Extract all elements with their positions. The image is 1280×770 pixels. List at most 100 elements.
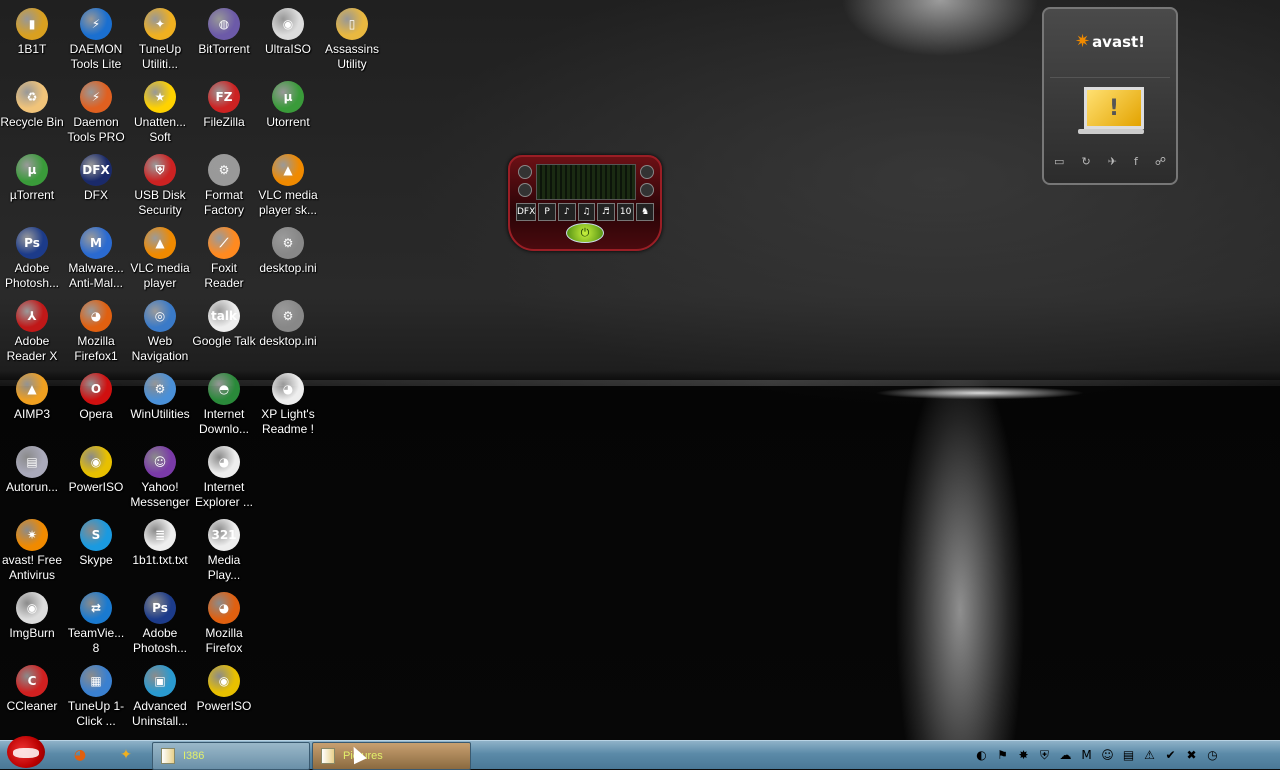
tray-antivirus-icon[interactable]: ⚑ [993, 746, 1012, 764]
desktop-icon-google-talk[interactable]: talk Google Talk [192, 296, 256, 349]
desktop-icon-label: VLC media player sk... [258, 188, 318, 217]
dfx-settings-knob[interactable] [640, 183, 654, 197]
desktop-icon-internet-explorer[interactable]: ◕ Internet Explorer ... [192, 442, 256, 510]
avast-free-antivirus-icon: ✷ [16, 519, 48, 551]
firefox-icon[interactable]: ◕ [70, 745, 90, 765]
avast-refresh-icon[interactable]: ↻ [1081, 155, 1090, 168]
dfx-button-6[interactable]: ♞ [636, 203, 655, 221]
dfx-power-button[interactable]: ⏻ [566, 223, 604, 243]
tray-clock-icon[interactable]: ◷ [1203, 746, 1222, 764]
desktop-icon-teamvie-8[interactable]: ⇄ TeamVie... 8 [64, 588, 128, 656]
desktop-icon-desktop-ini[interactable]: ⚙ desktop.ini [256, 296, 320, 349]
dfx-button-1[interactable]: P [538, 203, 556, 221]
desktop-icon-malware-anti-mal[interactable]: M Malware... Anti-Mal... [64, 223, 128, 291]
desktop-icon-poweriso[interactable]: ◉ PowerISO [64, 442, 128, 495]
desktop-icon-assassins-utility[interactable]: ▯ Assassins Utility [320, 4, 384, 72]
desktop-icon-1b1t-txt-txt[interactable]: ≣ 1b1t.txt.txt [128, 515, 192, 568]
tray-yahoo-icon[interactable]: ☺ [1098, 746, 1117, 764]
desktop-icon-1b1t[interactable]: ▮ 1B1T [0, 4, 64, 57]
desktop-icon-advanced-uninstall[interactable]: ▣ Advanced Uninstall... [128, 661, 192, 729]
taskbar-button-i386[interactable]: I386 [152, 742, 310, 770]
avast-gadget[interactable]: ✷ avast! ! ▭ ↻ ✈ f ☍ [1042, 7, 1178, 185]
desktop-icon-tuneup-1-click[interactable]: ▦ TuneUp 1-Click ... [64, 661, 128, 729]
desktop-icon-mozilla-firefox[interactable]: ◕ Mozilla Firefox [192, 588, 256, 656]
desktop-icon-unatten-soft[interactable]: ★ Unatten... Soft [128, 77, 192, 145]
desktop-icon-vlc-media-player[interactable]: ▲ VLC media player [128, 223, 192, 291]
avast-window-icon[interactable]: ▭ [1054, 155, 1064, 168]
dfx-button-0[interactable]: DFX [516, 203, 537, 221]
desktop-icon-skype[interactable]: S Skype [64, 515, 128, 568]
tray-chat-icon[interactable]: ☁ [1056, 746, 1075, 764]
avast-twitter-icon[interactable]: ✈ [1108, 155, 1117, 168]
desktop-icon-label: avast! Free Antivirus [1, 553, 63, 582]
desktop-icon-ultraiso[interactable]: ◉ UltraISO [256, 4, 320, 57]
opera-icon: O [80, 373, 112, 405]
desktop-icon-filezilla[interactable]: FZ FileZilla [192, 77, 256, 130]
poweriso-icon: ◉ [80, 446, 112, 478]
avast-rss-icon[interactable]: ☍ [1155, 155, 1166, 168]
desktop-icon-label: UltraISO [264, 42, 311, 56]
dfx-audio-widget[interactable]: DFX P ♪ ♫ ♬ 10 ♞ ⏻ [508, 155, 662, 251]
dfx-button-5[interactable]: 10 [616, 203, 635, 221]
desktop-icon-label: Recycle Bin [0, 115, 64, 129]
assassins-utility-icon: ▯ [336, 8, 368, 40]
tray-close-tray-icon[interactable]: ✖ [1182, 746, 1201, 764]
desktop-icon-label: Mozilla Firefox [205, 626, 243, 655]
dfx-up-knob[interactable] [518, 183, 532, 197]
malware-anti-mal-icon: M [80, 227, 112, 259]
desktop-icon-vlc-media-player-sk[interactable]: ▲ VLC media player sk... [256, 150, 320, 218]
desktop-icon-foxit-reader[interactable]: ⟋ Foxit Reader [192, 223, 256, 291]
tray-usb-security-icon[interactable]: ⛨ [1035, 746, 1054, 764]
tray-check-icon[interactable]: ✔ [1161, 746, 1180, 764]
media-play-icon: 321 [208, 519, 240, 551]
desktop-icon-daemon-tools-pro[interactable]: ⚡ Daemon Tools PRO [64, 77, 128, 145]
avast-logo: ✷ avast! [1074, 31, 1146, 52]
desktop-icon-dfx[interactable]: DFX DFX [64, 150, 128, 203]
avast-facebook-icon[interactable]: f [1134, 155, 1138, 168]
desktop-icon-media-play[interactable]: 321 Media Play... [192, 515, 256, 583]
dfx-menu-knob[interactable] [640, 165, 654, 179]
desktop-icon-adobe-photosh[interactable]: Ps Adobe Photosh... [0, 223, 64, 291]
taskbar-button-pictures[interactable]: Pictures [312, 742, 471, 770]
desktop-icon-web-navigation[interactable]: ◎ Web Navigation [128, 296, 192, 364]
avast-status-laptop-icon[interactable]: ! [1084, 87, 1144, 129]
desktop-icon-aimp3[interactable]: ▲ AIMP3 [0, 369, 64, 422]
adobe-reader-x-icon: ⅄ [16, 300, 48, 332]
desktop-icon-torrent[interactable]: µ µTorrent [0, 150, 64, 203]
tray-alert-icon[interactable]: ⚠ [1140, 746, 1159, 764]
desktop-icon-daemon-tools-lite[interactable]: ⚡ DAEMON Tools Lite [64, 4, 128, 72]
desktop-icon-desktop-ini[interactable]: ⚙ desktop.ini [256, 223, 320, 276]
desktop-icon-mozilla-firefox1[interactable]: ◕ Mozilla Firefox1 [64, 296, 128, 364]
desktop-icon-avast-free-antivirus[interactable]: ✷ avast! Free Antivirus [0, 515, 64, 583]
desktop-icon-adobe-photosh[interactable]: Ps Adobe Photosh... [128, 588, 192, 656]
desktop-icon-poweriso[interactable]: ◉ PowerISO [192, 661, 256, 714]
tray-tuneup-tray-icon[interactable]: ✸ [1014, 746, 1033, 764]
desktop-icon-usb-disk-security[interactable]: ⛨ USB Disk Security [128, 150, 192, 218]
desktop-icon-bittorrent[interactable]: ◍ BitTorrent [192, 4, 256, 57]
desktop-icon-autorun[interactable]: ▤ Autorun... [0, 442, 64, 495]
dfx-button-3[interactable]: ♫ [577, 203, 596, 221]
desktop-icon-format-factory[interactable]: ⚙ Format Factory [192, 150, 256, 218]
desktop-icon-recycle-bin[interactable]: ♻ Recycle Bin [0, 77, 64, 130]
start-button[interactable] [0, 735, 52, 769]
desktop-icon-internet-downlo[interactable]: ◓ Internet Downlo... [192, 369, 256, 437]
desktop-icon-xp-light-s-readme[interactable]: ◕ XP Light's Readme ! [256, 369, 320, 437]
desktop-icon-imgburn[interactable]: ◉ ImgBurn [0, 588, 64, 641]
tray-malwarebytes-icon[interactable]: M [1077, 746, 1096, 764]
dfx-button-2[interactable]: ♪ [557, 203, 576, 221]
tray-autorun-icon[interactable]: ▤ [1119, 746, 1138, 764]
xp-light-s-readme-icon: ◕ [272, 373, 304, 405]
desktop-icon-ccleaner[interactable]: C CCleaner [0, 661, 64, 714]
desktop-icon-opera[interactable]: O Opera [64, 369, 128, 422]
desktop-icon-yahoo-messenger[interactable]: ☺ Yahoo! Messenger [128, 442, 192, 510]
dfx-button-4[interactable]: ♬ [597, 203, 615, 221]
desktop-icon-winutilities[interactable]: ⚙ WinUtilities [128, 369, 192, 422]
tray-network-icon[interactable]: ◐ [972, 746, 991, 764]
tuneup-icon[interactable]: ✦ [116, 745, 136, 765]
desktop-icon-label: Assassins Utility [324, 42, 380, 71]
desktop-icon-adobe-reader-x[interactable]: ⅄ Adobe Reader X [0, 296, 64, 364]
desktop-icon-utorrent[interactable]: µ Utorrent [256, 77, 320, 130]
aimp3-icon: ▲ [16, 373, 48, 405]
desktop-icon-tuneup-utiliti[interactable]: ✦ TuneUp Utiliti... [128, 4, 192, 72]
dfx-minimize-knob[interactable] [518, 165, 532, 179]
